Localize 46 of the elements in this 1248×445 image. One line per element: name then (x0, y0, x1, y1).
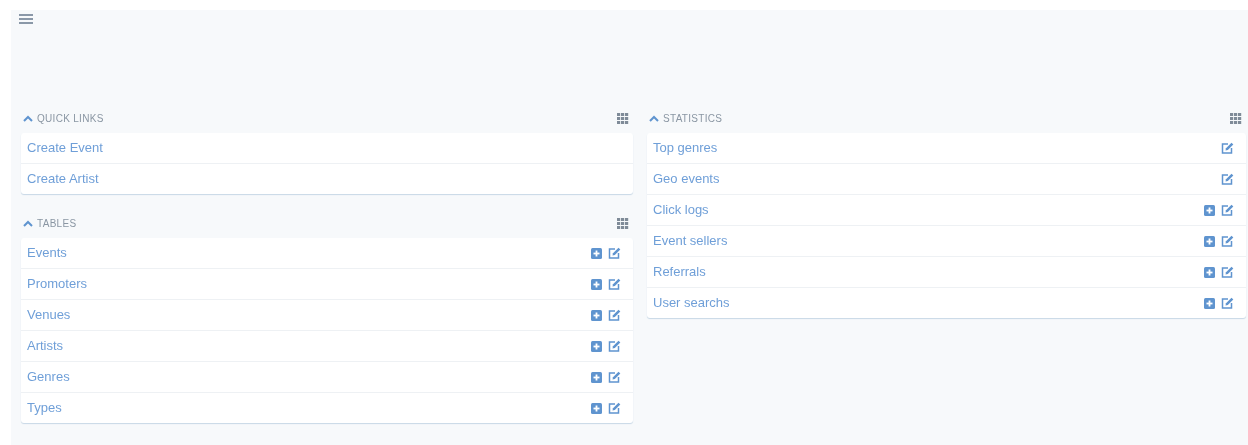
edit-icon[interactable] (1221, 235, 1234, 247)
item-link[interactable]: Event sellers (653, 231, 728, 251)
add-icon[interactable] (591, 278, 602, 290)
item-link[interactable]: Genres (27, 367, 70, 387)
item-link[interactable]: Venues (27, 305, 71, 325)
item-link[interactable]: Top genres (653, 138, 718, 158)
section-title: QUICK LINKS (37, 111, 104, 126)
grid-icon[interactable] (617, 217, 629, 229)
item-link[interactable]: Events (27, 243, 67, 263)
edit-icon[interactable] (1221, 173, 1234, 185)
edit-icon[interactable] (608, 278, 621, 290)
edit-icon[interactable] (608, 340, 621, 352)
add-icon[interactable] (591, 247, 602, 259)
edit-icon[interactable] (1221, 266, 1234, 278)
item-link[interactable]: Click logs (653, 200, 709, 220)
item-link[interactable]: Create Event (27, 138, 103, 158)
item-link[interactable]: User searchs (653, 293, 730, 313)
edit-icon[interactable] (1221, 204, 1234, 216)
edit-icon[interactable] (608, 371, 621, 383)
add-icon[interactable] (1204, 204, 1215, 216)
edit-icon[interactable] (608, 309, 621, 321)
caret-up-icon[interactable] (649, 114, 659, 122)
item-link[interactable]: Types (27, 398, 62, 418)
item-link[interactable]: Promoters (27, 274, 87, 294)
item-link[interactable]: Geo events (653, 169, 720, 189)
edit-icon[interactable] (1221, 142, 1234, 154)
item-link[interactable]: Create Artist (27, 169, 99, 189)
add-icon[interactable] (591, 371, 602, 383)
caret-up-icon[interactable] (23, 114, 33, 122)
edit-icon[interactable] (1221, 297, 1234, 309)
grid-icon[interactable] (1230, 112, 1242, 124)
add-icon[interactable] (591, 402, 602, 414)
add-icon[interactable] (591, 309, 602, 321)
edit-icon[interactable] (608, 402, 621, 414)
section-title: STATISTICS (663, 111, 723, 126)
add-icon[interactable] (1204, 266, 1215, 278)
section-title: TABLES (37, 216, 77, 231)
edit-icon[interactable] (608, 247, 621, 259)
grid-icon[interactable] (617, 112, 629, 124)
add-icon[interactable] (1204, 235, 1215, 247)
add-icon[interactable] (591, 340, 602, 352)
caret-up-icon[interactable] (23, 219, 33, 227)
item-link[interactable]: Referrals (653, 262, 706, 282)
add-icon[interactable] (1204, 297, 1215, 309)
menu-icon[interactable] (19, 13, 33, 25)
item-link[interactable]: Artists (27, 336, 64, 356)
